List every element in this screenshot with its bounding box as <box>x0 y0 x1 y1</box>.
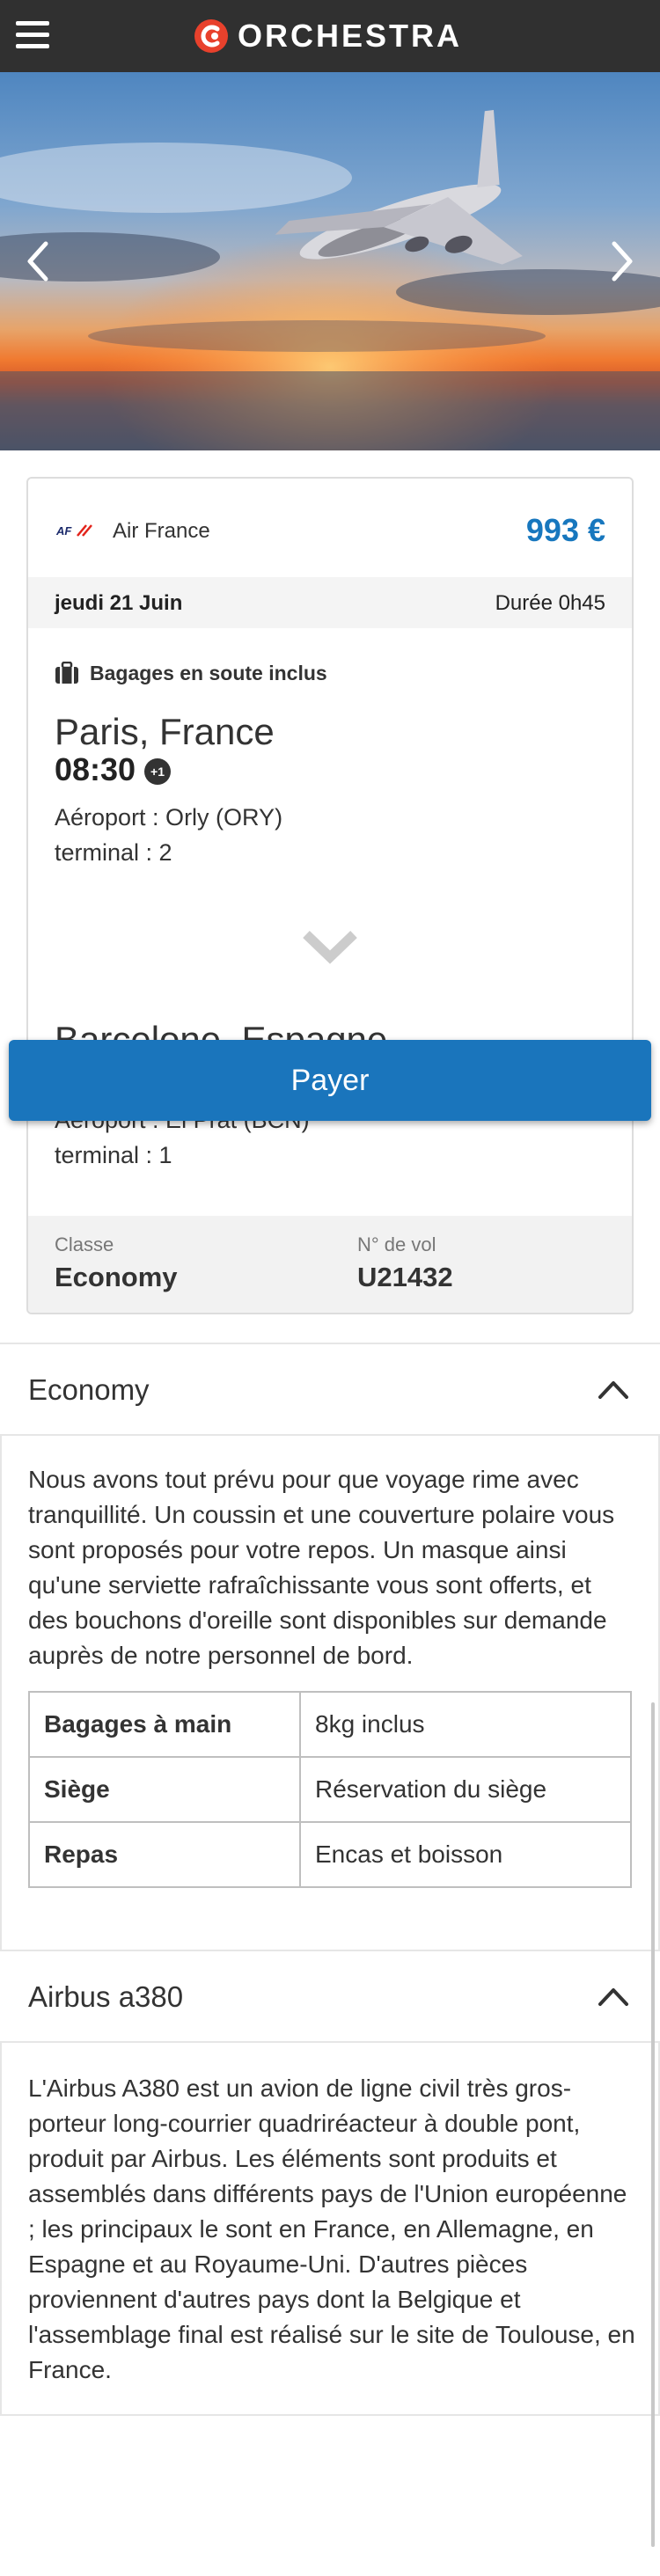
accordion-economy-title: Economy <box>28 1373 150 1406</box>
date-row: jeudi 21 Juin Durée 0h45 <box>28 577 632 628</box>
baggage-label: Bagages en soute inclus <box>90 661 327 684</box>
spec-value: Réservation du siège <box>299 1756 632 1823</box>
svg-text:AF: AF <box>56 524 72 537</box>
brand-logo[interactable]: ORCHESTRA <box>194 18 462 55</box>
hero-image <box>0 72 660 450</box>
airplane-sunset-photo <box>0 72 660 450</box>
airline-row: AF Air France 993 € <box>28 479 632 575</box>
airline-name: Air France <box>113 519 210 543</box>
chevron-up-icon[interactable] <box>597 1985 630 2008</box>
spec-label: Bagages à main <box>28 1691 301 1758</box>
brand-name: ORCHESTRA <box>238 18 463 54</box>
flight-duration: Durée 0h45 <box>495 591 605 615</box>
app-header: ORCHESTRA <box>0 0 660 72</box>
flight-number-label: N° de vol <box>357 1233 436 1255</box>
spec-value: Encas et boisson <box>299 1821 632 1888</box>
accordion-aircraft-title: Airbus a380 <box>28 1980 184 2013</box>
class-label: Classe <box>55 1233 114 1255</box>
chevron-up-icon[interactable] <box>597 1378 630 1401</box>
spec-label: Siège <box>28 1756 301 1823</box>
spec-value: 8kg inclus <box>299 1691 632 1758</box>
chevron-down-icon <box>303 931 357 964</box>
table-row: Siège Réservation du siège <box>28 1756 632 1823</box>
economy-specs-table: Bagages à main 8kg inclus Siège Réservat… <box>28 1691 632 1888</box>
chevron-left-icon[interactable] <box>18 235 62 288</box>
pay-button[interactable]: Payer <box>9 1040 651 1121</box>
air-france-logo-icon: AF <box>56 524 92 537</box>
hamburger-menu-icon[interactable] <box>16 21 49 51</box>
flight-price: 993 € <box>525 512 605 548</box>
orchestra-logo-icon <box>194 19 228 53</box>
table-row: Repas Encas et boisson <box>28 1821 632 1888</box>
accordion-economy[interactable]: Economy <box>0 1343 660 1436</box>
class-value: Economy <box>55 1262 178 1292</box>
table-row: Bagages à main 8kg inclus <box>28 1691 632 1758</box>
flight-card: AF Air France 993 € jeudi 21 Juin Durée … <box>26 477 634 1314</box>
accordion-aircraft[interactable]: Airbus a380 <box>0 1950 660 2043</box>
chevron-right-icon[interactable] <box>598 235 642 288</box>
accordion-border <box>0 2043 2 2416</box>
scrollbar[interactable] <box>651 1702 655 2547</box>
flight-date: jeudi 21 Juin <box>55 591 183 615</box>
flight-number-value: U21432 <box>357 1262 453 1292</box>
suitcase-icon <box>55 662 78 684</box>
departure-city: Paris, France <box>55 711 275 752</box>
class-row: Classe Economy N° de vol U21432 <box>28 1216 632 1313</box>
departure-airport: Aéroport : Orly (ORY) <box>55 804 283 831</box>
aircraft-description: L'Airbus A380 est un avion de ligne civi… <box>28 2075 635 2383</box>
spec-label: Repas <box>28 1821 301 1888</box>
baggage-info: Bagages en soute inclus <box>55 660 327 686</box>
economy-description: Nous avons tout prévu pour que voyage ri… <box>28 1466 615 1669</box>
arrival-terminal: terminal : 1 <box>55 1142 172 1168</box>
divider <box>0 2414 660 2416</box>
accordion-border <box>0 1436 2 1951</box>
departure-terminal: terminal : 2 <box>55 839 172 866</box>
departure-time: 08:30 <box>55 751 136 787</box>
day-offset-badge: +1 <box>144 758 171 785</box>
